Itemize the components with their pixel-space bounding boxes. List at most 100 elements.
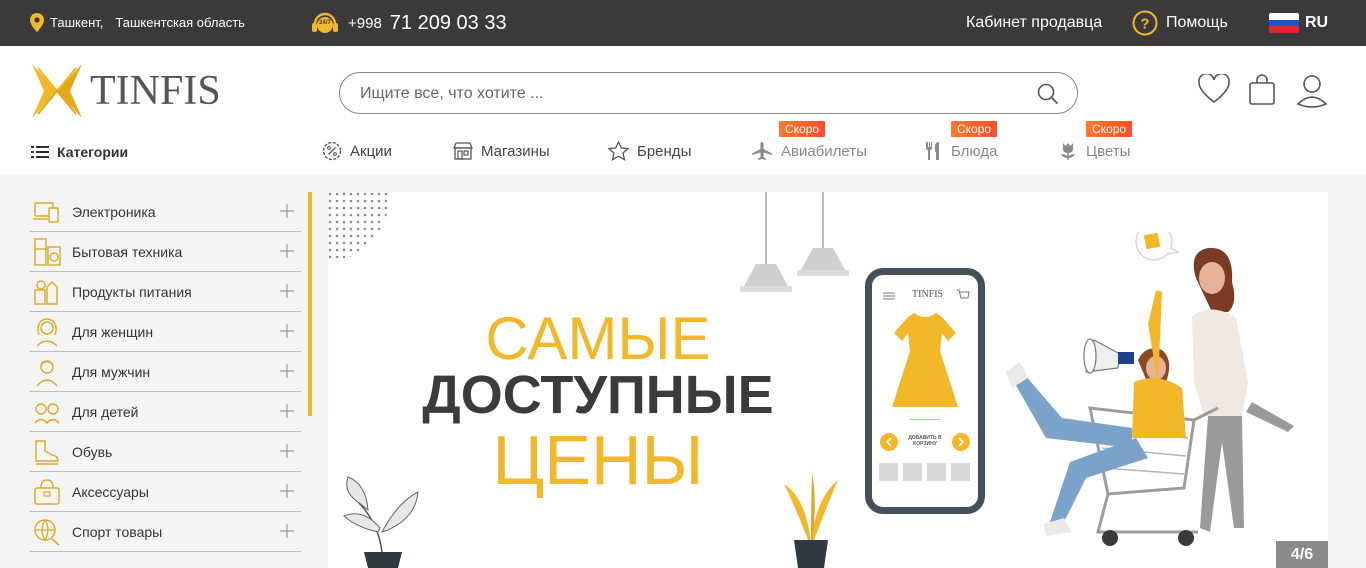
kids-icon xyxy=(34,402,60,424)
cart-button[interactable] xyxy=(1247,74,1279,108)
next-arrow-icon[interactable] xyxy=(952,433,970,451)
dot-pattern-decoration xyxy=(328,192,389,258)
language-selector[interactable]: RU xyxy=(1269,13,1328,33)
location-region: Ташкентская область xyxy=(115,15,245,30)
phone-mockup: TINFIS ДОБАВИТЬ В КОРЗИНУ xyxy=(865,268,985,514)
category-label: Спорт товары xyxy=(72,523,163,540)
expand-plus-icon[interactable] xyxy=(279,283,295,299)
logo[interactable]: TINFIS xyxy=(30,62,221,120)
category-label: Обувь xyxy=(72,443,113,460)
search-bar xyxy=(339,72,1078,114)
coming-soon-badge: Скоро xyxy=(779,121,826,137)
expand-plus-icon[interactable] xyxy=(279,363,295,379)
dress-product-image xyxy=(892,313,958,407)
categories-button[interactable]: Категории xyxy=(31,144,128,160)
location-city: Ташкент, xyxy=(50,15,104,30)
categories-label: Категории xyxy=(57,144,129,160)
expand-plus-icon[interactable] xyxy=(279,323,295,339)
location-selector[interactable]: Ташкент, Ташкентская область xyxy=(30,13,245,32)
category-list: Электроника Бытовая техника Продукты пит… xyxy=(30,192,301,552)
help-label: Помощь xyxy=(1166,14,1228,31)
category-item-shoes[interactable]: Обувь xyxy=(30,432,301,472)
category-item-kids[interactable]: Для детей xyxy=(30,392,301,432)
women-shopping-cart-photo xyxy=(1006,232,1294,546)
nav-item-label: Магазины xyxy=(481,142,550,160)
nav-item-promotions[interactable]: Акции xyxy=(322,141,392,161)
heart-icon xyxy=(1198,72,1230,104)
plane-icon xyxy=(752,142,772,160)
category-label: Для женщин xyxy=(72,323,154,340)
star-icon xyxy=(608,141,629,161)
nav-item-label: Бренды xyxy=(637,142,692,160)
nav-item-brands[interactable]: Бренды xyxy=(608,141,691,161)
nav-item-label: Авиабилеты xyxy=(781,142,867,160)
coming-soon-badge: Скоро xyxy=(951,121,998,137)
man-icon xyxy=(36,359,58,386)
nav-item-flowers[interactable]: Скоро Цветы xyxy=(1058,121,1133,161)
category-label: Бытовая техника xyxy=(72,243,183,260)
banner-headline-line1: САМЫЕ xyxy=(485,305,711,372)
prev-arrow-icon[interactable] xyxy=(880,433,898,451)
russia-flag-icon xyxy=(1269,13,1299,33)
banner-headline-line2: ДОСТУПНЫЕ xyxy=(422,365,774,425)
slide-counter: 4/6 xyxy=(1276,541,1328,568)
search-icon[interactable] xyxy=(1037,83,1059,105)
appliances-icon xyxy=(34,237,61,266)
phone-contact[interactable]: 24/7 +998 71 209 03 33 xyxy=(310,8,507,38)
help-link[interactable]: ? Помощь xyxy=(1132,10,1228,36)
support-24-7-icon: 24/7 xyxy=(312,12,338,33)
add-to-cart-text: ДОБАВИТЬ В КОРЗИНУ xyxy=(908,435,942,447)
cart-icon xyxy=(957,289,970,299)
sidebar-scrollbar[interactable] xyxy=(308,192,312,416)
nav-item-air-tickets[interactable]: Скоро Авиабилеты xyxy=(751,121,867,161)
seller-cabinet-link[interactable]: Кабинет продавца xyxy=(966,14,1102,32)
electronics-icon xyxy=(33,201,59,223)
search-input[interactable] xyxy=(360,83,1000,105)
category-item-food[interactable]: Продукты питания xyxy=(30,272,301,312)
food-icon xyxy=(34,279,58,305)
nav-row: Категории Акции Магазины Бренды Скоро Ав… xyxy=(0,121,1366,170)
profile-button[interactable] xyxy=(1296,74,1328,108)
fork-knife-icon xyxy=(926,142,939,160)
category-item-women[interactable]: Для женщин xyxy=(30,312,301,352)
favorites-button[interactable] xyxy=(1198,72,1230,108)
phone-prefix: +998 xyxy=(348,14,382,32)
promo-banner[interactable]: САМЫЕ ДОСТУПНЫЕ ЦЕНЫ TINFIS ДОБАВИТЬ В К… xyxy=(328,192,1328,568)
shopping-bag-icon xyxy=(1249,74,1275,105)
nav-item-label: Цветы xyxy=(1086,142,1131,160)
category-item-men[interactable]: Для мужчин xyxy=(30,352,301,392)
language-label: RU xyxy=(1305,14,1329,31)
user-icon xyxy=(1296,75,1328,108)
category-label: Продукты питания xyxy=(72,283,192,300)
svg-text:?: ? xyxy=(1140,16,1149,33)
category-item-sports[interactable]: Спорт товары xyxy=(30,512,301,552)
category-item-appliances[interactable]: Бытовая техника xyxy=(30,232,301,272)
store-icon xyxy=(453,142,473,160)
discount-icon xyxy=(322,141,342,161)
plant-illustration-right xyxy=(784,472,838,568)
category-sidebar: Электроника Бытовая техника Продукты пит… xyxy=(0,174,312,568)
category-label: Аксессуары xyxy=(72,483,149,500)
nav-item-dishes[interactable]: Скоро Блюда xyxy=(923,121,998,161)
sports-ball-icon xyxy=(34,518,60,546)
shoe-icon xyxy=(35,439,59,465)
expand-plus-icon[interactable] xyxy=(279,203,295,219)
plant-illustration-left xyxy=(343,476,419,568)
nav-item-stores[interactable]: Магазины xyxy=(453,141,550,161)
top-bar: Ташкент, Ташкентская область 24/7 +998 7… xyxy=(0,0,1366,46)
header-actions xyxy=(1198,72,1328,108)
category-label: Для детей xyxy=(72,403,139,420)
category-label: Электроника xyxy=(72,203,156,220)
nav-item-label: Блюда xyxy=(951,142,998,160)
hanging-lamps-illustration xyxy=(740,192,849,292)
expand-plus-icon[interactable] xyxy=(279,483,295,499)
nav-item-label: Акции xyxy=(350,142,392,160)
expand-plus-icon[interactable] xyxy=(279,243,295,259)
thumbnail-row xyxy=(879,463,970,481)
category-item-electronics[interactable]: Электроника xyxy=(30,192,301,232)
category-item-accessories[interactable]: Аксессуары xyxy=(30,472,301,512)
expand-plus-icon[interactable] xyxy=(279,523,295,539)
header: TINFIS Категории Акции Магазины xyxy=(0,46,1366,174)
expand-plus-icon[interactable] xyxy=(279,443,295,459)
expand-plus-icon[interactable] xyxy=(279,403,295,419)
